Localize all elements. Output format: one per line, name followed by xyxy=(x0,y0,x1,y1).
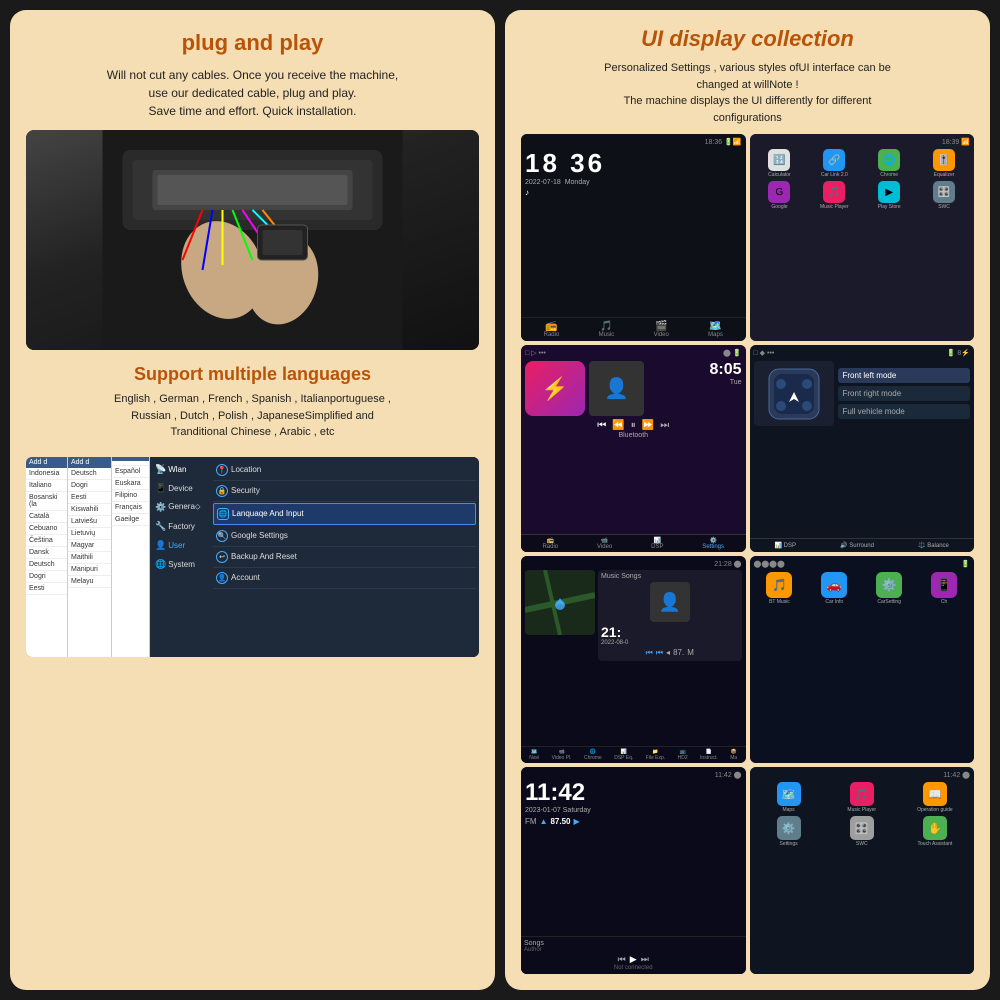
languages-section: Support multiple languages English , Ger… xyxy=(26,364,479,441)
menu-language: Lanquaqe And Input xyxy=(232,509,304,518)
left-panel: plug and play Will not cut any cables. O… xyxy=(10,10,495,990)
plug-text: Will not cut any cables. Once you receiv… xyxy=(26,66,479,120)
menu-google: Google Settings xyxy=(231,531,288,540)
car-installation-image xyxy=(26,130,479,350)
menu-location: Location xyxy=(231,465,261,474)
menu-backup: Backup And Reset xyxy=(231,552,297,561)
settings-ui-mockup: Add d Indonesia Italiano Bosanski (la Ca… xyxy=(26,457,479,657)
menu-account: Account xyxy=(231,573,260,582)
ui-cell-bluetooth: □ ▷ ••• ⬤ 🔋 ⚡ 👤 8: xyxy=(521,345,746,552)
map-svg xyxy=(525,570,595,635)
lang-list-3: Español Euskara Filipino Français Gaeilg… xyxy=(112,457,150,657)
languages-title: Support multiple languages xyxy=(26,364,479,385)
ui-cell-clock: 18:36 🔋📶 18 36 2022-07-18 Monday ♪ 📻 Rad… xyxy=(521,134,746,341)
ui-cell-maps: 11:42 ⬤ 🗺️ Maps 🎵 Music Player 📖 Oper xyxy=(750,767,975,974)
menu-security: Security xyxy=(231,486,260,495)
settings-content: 📍 Location 🔒 Security 🌐 Lanquaqe And Inp… xyxy=(210,457,479,657)
plug-title: plug and play xyxy=(26,30,479,56)
lang-list-2: Add d Deutsch Dogri Eesti Kiswahili Latv… xyxy=(68,457,112,657)
settings-nav: 📡 Wlan 📱 Device ⚙️ Genera⬦ 🔧 Factory xyxy=(150,457,210,657)
ui-display-grid: 18:36 🔋📶 18 36 2022-07-18 Monday ♪ 📻 Rad… xyxy=(521,134,974,974)
right-panel: UI display collection Personalized Setti… xyxy=(505,10,990,990)
ui-cell-clock2: 11:42 ⬤ 11:42 2023-01-07 Saturday FM ▲ 8… xyxy=(521,767,746,974)
car-install-svg xyxy=(26,130,479,350)
ui-cell-carinfo: ⬤⬤⬤⬤ 🔋 🎵 BT Music 🚗 Car Info xyxy=(750,556,975,763)
main-container: plug and play Will not cut any cables. O… xyxy=(0,0,1000,1000)
lang-list-1: Add d Indonesia Italiano Bosanski (la Ca… xyxy=(26,457,68,657)
car-topview-svg xyxy=(759,364,829,424)
ui-cell-dsp: □ ◆ ••• 🔋 8⚡ xyxy=(750,345,975,552)
settings-screenshots: Add d Indonesia Italiano Bosanski (la Ca… xyxy=(26,457,479,657)
ui-cell-appgrid: 18:39 📶 🔢 Calculator 🔗 Car Link 2.0 🌐 xyxy=(750,134,975,341)
ui-collection-title: UI display collection xyxy=(521,26,974,52)
ui-cell-navigation: 21:28 ⬤ xyxy=(521,556,746,763)
ui-collection-subtitle: Personalized Settings , various styles o… xyxy=(521,60,974,126)
languages-text: English , German , French , Spanish , It… xyxy=(26,391,479,441)
